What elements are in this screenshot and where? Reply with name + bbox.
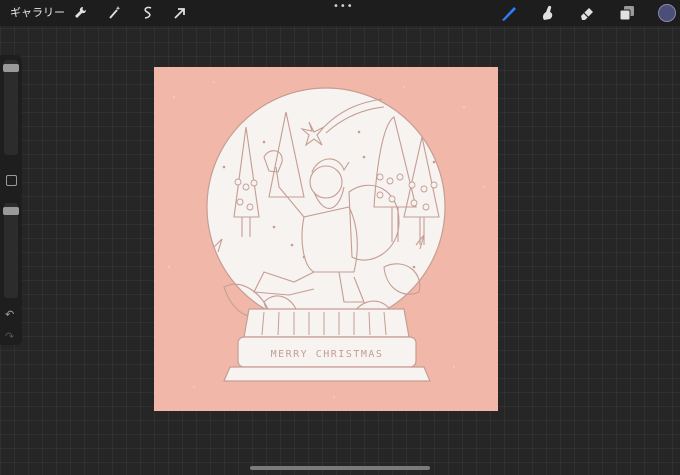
brush-size-slider[interactable] — [4, 60, 18, 155]
sidebar: ↶ ↷ — [0, 55, 22, 345]
undo-icon[interactable]: ↶ — [5, 309, 14, 320]
selection-icon[interactable] — [140, 5, 156, 21]
top-toolbar: ギャラリー ••• — [0, 0, 680, 26]
layers-icon[interactable] — [618, 4, 636, 22]
gallery-button[interactable]: ギャラリー — [10, 5, 65, 21]
globe-base — [223, 308, 431, 382]
base-foot — [223, 366, 431, 382]
eraser-icon[interactable] — [578, 4, 596, 22]
opacity-thumb[interactable] — [3, 207, 19, 216]
brush-size-thumb[interactable] — [3, 64, 19, 73]
opacity-slider[interactable] — [4, 203, 18, 298]
wrench-icon[interactable] — [72, 5, 88, 21]
brush-icon[interactable] — [500, 4, 518, 22]
redo-icon[interactable]: ↷ — [5, 331, 14, 342]
smudge-icon[interactable] — [538, 4, 556, 22]
modify-button[interactable] — [6, 175, 17, 186]
more-options-icon[interactable]: ••• — [333, 2, 354, 12]
home-indicator[interactable] — [250, 466, 430, 470]
magic-wand-icon[interactable] — [106, 5, 122, 21]
artwork-canvas[interactable]: MERRY CHRISTMAS — [154, 67, 498, 411]
color-icon[interactable] — [658, 4, 676, 22]
transform-arrow-icon[interactable] — [172, 5, 188, 21]
banner-text: MERRY CHRISTMAS — [271, 349, 384, 360]
